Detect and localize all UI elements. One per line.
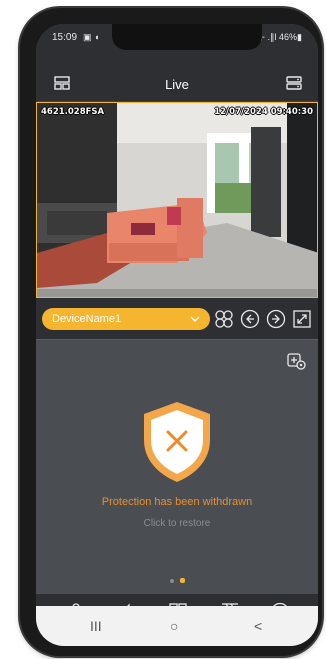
video-osd-id: 4621.028FSA: [41, 107, 105, 117]
notification-icons: ▣ ◖: [83, 32, 100, 42]
home-button[interactable]: ○: [170, 618, 178, 634]
protection-panel: Protection has been withdrawn Click to r…: [36, 340, 318, 594]
back-button[interactable]: <: [254, 618, 262, 634]
camera-feed-image: [37, 103, 317, 297]
page-dot-2-active[interactable]: [179, 578, 185, 583]
video-osd-timestamp: 12/07/2024 09:40:30: [214, 107, 313, 117]
status-time: 15:09: [52, 32, 78, 43]
page-title: Live: [165, 77, 189, 92]
device-list-icon[interactable]: [286, 76, 302, 95]
next-icon[interactable]: [266, 309, 286, 334]
live-video-view[interactable]: 4621.028FSA 12/07/2024 09:40:30: [36, 102, 318, 298]
device-name: DeviceName1: [52, 313, 122, 325]
shield-x-icon[interactable]: [140, 400, 214, 489]
protection-warning-text: Protection has been withdrawn: [101, 496, 253, 508]
restore-link[interactable]: Click to restore: [36, 518, 318, 529]
camera-notch: [112, 24, 262, 50]
screen: 15:09 ▣ ◖ ⊹ .∥l 46%▮ Live 4621.028FSA 12…: [36, 24, 318, 646]
device-selector[interactable]: DeviceName1: [42, 308, 210, 330]
status-indicators: ⊹ .∥l 46%▮: [257, 32, 302, 42]
page-dot-1[interactable]: [169, 579, 174, 583]
fullscreen-icon[interactable]: [292, 309, 312, 334]
chevron-down-icon: [190, 314, 200, 326]
device-control-bar: DeviceName1: [36, 298, 318, 340]
page-indicator: [36, 570, 318, 588]
system-nav-bar: III ○ <: [36, 606, 318, 646]
recent-apps-button[interactable]: III: [90, 618, 102, 634]
ptz-control-icon[interactable]: [214, 309, 234, 334]
top-bar: Live: [36, 52, 318, 102]
previous-icon[interactable]: [240, 309, 260, 334]
add-camera-icon[interactable]: [286, 350, 306, 375]
